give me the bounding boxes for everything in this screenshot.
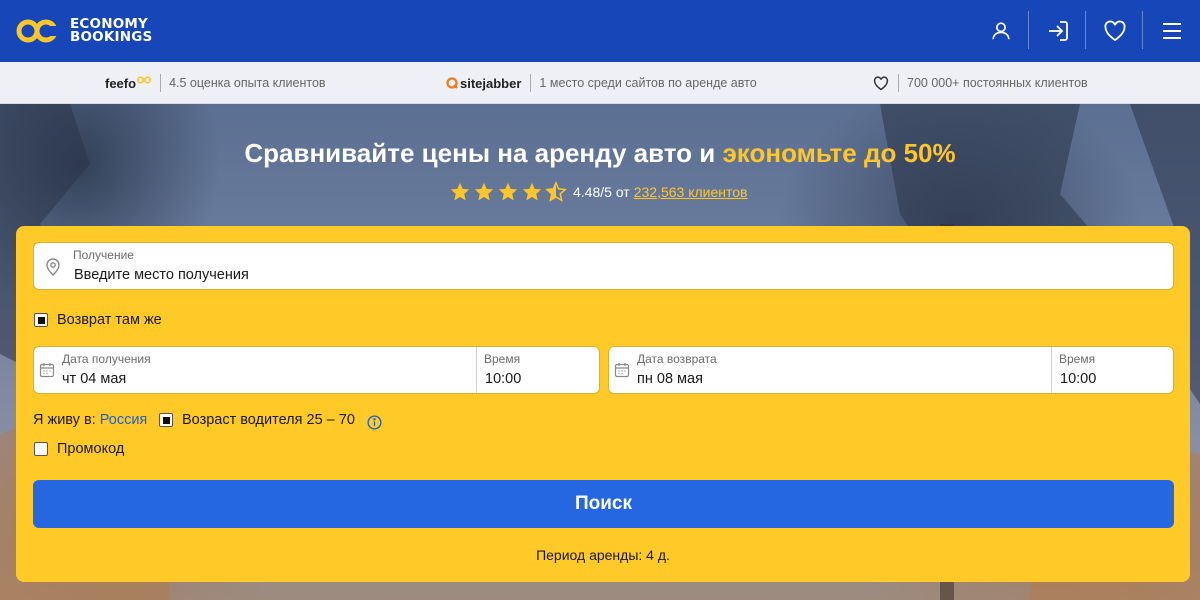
rental-period: Период аренды: 4 д. — [536, 547, 670, 563]
same-return-checkbox[interactable]: Возврат там же — [34, 312, 162, 328]
trust-bar: feefo 4.5 оценка опыта клиентов sitejabb… — [0, 62, 1200, 104]
pickup-date-field[interactable]: Дата получения чт 04 мая Время 10:00 — [33, 346, 600, 394]
pickup-date-label: Дата получения — [62, 352, 151, 366]
logo[interactable]: ECONOMY BOOKINGS — [16, 17, 152, 45]
star-half-icon — [545, 181, 567, 202]
star-icon — [498, 182, 518, 201]
checkbox-box[interactable] — [34, 442, 48, 456]
driver-age-label: Возраст водителя 25 – 70 — [182, 412, 355, 428]
pickup-location-field[interactable]: Получение Введите место получения — [33, 242, 1174, 290]
search-form: Получение Введите место получения Возвра… — [16, 226, 1190, 582]
calendar-icon — [614, 363, 630, 378]
checkbox-box[interactable] — [34, 313, 48, 327]
pickup-date-value: чт 04 мая — [62, 371, 127, 387]
star-icon — [522, 182, 542, 201]
location-pin-icon — [46, 258, 60, 276]
return-date-field[interactable]: Дата возврата пн 08 мая Время 10:00 — [608, 346, 1174, 394]
pickup-time-field[interactable]: Время 10:00 — [476, 347, 599, 393]
return-date-value: пн 08 мая — [637, 371, 703, 387]
divider — [530, 74, 532, 92]
reviews-link[interactable]: 232,563 клиентов — [634, 184, 748, 200]
divider — [898, 74, 899, 92]
return-time-label: Время — [1059, 352, 1096, 366]
pickup-time-label: Время — [484, 352, 521, 366]
pickup-label: Получение — [73, 248, 134, 262]
info-icon[interactable] — [367, 415, 382, 430]
heart-icon — [1103, 20, 1126, 42]
feefo-logo: feefo — [105, 75, 137, 91]
hero-section: Сравнивайте цены на аренду авто и эконом… — [0, 104, 1200, 600]
star-icon — [450, 182, 470, 201]
sitejabber-logo: sitejabber — [460, 75, 522, 91]
header-actions — [972, 0, 1200, 62]
rating-stars — [448, 181, 568, 203]
divider — [160, 74, 162, 92]
account-button[interactable] — [972, 0, 1029, 62]
checkbox-box[interactable] — [159, 413, 173, 427]
hero-title-accent: экономьте до 50% — [722, 138, 956, 168]
feefo-item: feefo 4.5 оценка опыта клиентов — [105, 62, 326, 104]
hero-title-main: Сравнивайте цены на аренду авто и — [244, 138, 723, 168]
user-icon — [991, 22, 1010, 40]
logo-line-2: BOOKINGS — [70, 29, 153, 45]
residence-row: Я живу в: Россия — [33, 412, 147, 428]
logo-mark-icon — [16, 19, 58, 43]
logo-text: ECONOMY BOOKINGS — [70, 17, 153, 45]
promo-checkbox[interactable]: Промокод — [34, 441, 124, 457]
sitejabber-text: 1 место среди сайтов по аренде авто — [539, 76, 757, 90]
return-time-field[interactable]: Время 10:00 — [1051, 347, 1173, 393]
sign-in-button[interactable] — [1029, 0, 1086, 62]
hero-title: Сравнивайте цены на аренду авто и эконом… — [0, 138, 1200, 169]
star-icon — [474, 182, 494, 201]
sitejabber-icon — [446, 77, 458, 89]
calendar-icon — [39, 363, 55, 378]
pickup-time-value: 10:00 — [485, 371, 522, 387]
pickup-input[interactable]: Введите место получения — [74, 267, 249, 283]
residence-label: Я живу в: — [33, 412, 96, 428]
menu-icon — [1162, 23, 1181, 39]
top-header: ECONOMY BOOKINGS — [0, 0, 1200, 62]
return-time-value: 10:00 — [1060, 371, 1097, 387]
rating-row: 4.48/5 от 232,563 клиентов — [448, 180, 747, 204]
heart-outline-icon — [873, 75, 889, 90]
driver-age-checkbox[interactable]: Возраст водителя 25 – 70 — [159, 412, 355, 428]
sitejabber-item: sitejabber 1 место среди сайтов по аренд… — [446, 62, 757, 104]
sign-in-icon — [1048, 21, 1068, 41]
feefo-text: 4.5 оценка опыта клиентов — [169, 76, 326, 90]
rating-value: 4.48/5 от — [573, 184, 630, 200]
promo-label: Промокод — [57, 441, 125, 457]
return-date-label: Дата возврата — [637, 352, 717, 366]
menu-button[interactable] — [1143, 0, 1200, 62]
country-link[interactable]: Россия — [100, 412, 148, 428]
loyal-customers-item: 700 000+ постоянных клиентов — [873, 62, 1088, 104]
favorites-button[interactable] — [1086, 0, 1143, 62]
search-button[interactable]: Поиск — [33, 480, 1174, 528]
feefo-eyes-icon — [137, 76, 152, 84]
loyal-customers-text: 700 000+ постоянных клиентов — [907, 76, 1088, 90]
same-return-label: Возврат там же — [57, 312, 162, 328]
